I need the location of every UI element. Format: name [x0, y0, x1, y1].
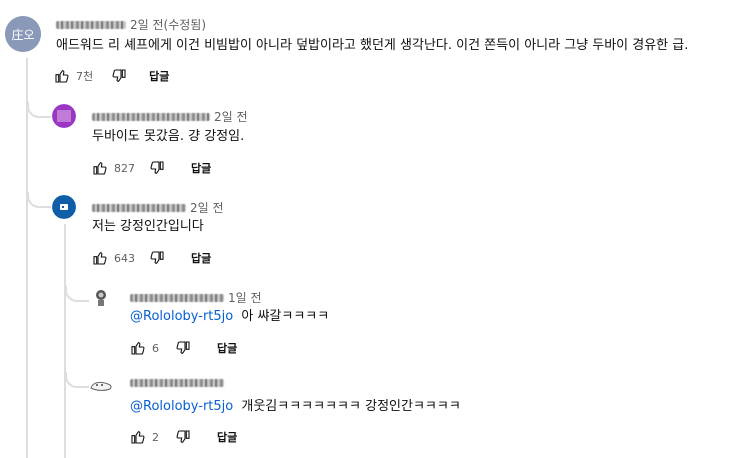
- thread-line: [26, 58, 28, 458]
- mention-link[interactable]: @Rololoby-rt5jo: [130, 309, 233, 324]
- thread-line: [65, 372, 89, 388]
- avatar-image: [52, 104, 76, 128]
- like-count: 643: [114, 251, 135, 265]
- comment-meta: [130, 379, 228, 387]
- avatar-image: 庄오: [5, 16, 41, 52]
- thread-line: [64, 224, 66, 458]
- avatar[interactable]: [52, 195, 76, 219]
- like-count: 7천: [76, 70, 94, 83]
- like-count: 2: [152, 430, 159, 444]
- comment-text: 두바이도 못갔음. 걍 강정임.: [92, 129, 245, 144]
- thumbs-up-icon[interactable]: [92, 160, 108, 176]
- comment-actions: 643 답글: [92, 250, 211, 266]
- comment-meta: 2일 전(수정됨): [56, 16, 206, 33]
- comment-text: 저는 강정인간입니다: [92, 219, 204, 234]
- comment-body: 개웃김ㅋㅋㅋㅋㅋㅋㅋ 강정인간ㅋㅋㅋㅋ: [241, 399, 461, 414]
- thread-line: [27, 192, 51, 208]
- comment-time[interactable]: 2일 전(수정됨): [130, 16, 206, 33]
- comment-body: 아 쌰갈ㅋㅋㅋㅋ: [241, 309, 330, 324]
- avatar-image: [90, 286, 112, 308]
- thumbs-down-icon[interactable]: [175, 340, 191, 356]
- thumbs-up-icon[interactable]: [54, 68, 70, 84]
- author-name-blurred[interactable]: [130, 379, 224, 387]
- comment-meta: 2일 전: [92, 108, 248, 125]
- avatar[interactable]: [88, 374, 114, 396]
- comment-meta: 1일 전: [130, 289, 262, 306]
- thumbs-up-icon[interactable]: [92, 250, 108, 266]
- comment-meta: 2일 전: [92, 199, 224, 216]
- reply-button[interactable]: 답글: [191, 250, 211, 266]
- reply-button[interactable]: 답글: [217, 429, 237, 445]
- like-count: 6: [152, 341, 159, 355]
- reply-button[interactable]: 답글: [149, 68, 169, 84]
- author-name-blurred[interactable]: [92, 112, 210, 121]
- comment-actions: 6 답글: [130, 340, 237, 356]
- thumbs-down-icon[interactable]: [111, 68, 127, 84]
- reply-button[interactable]: 답글: [217, 340, 237, 356]
- comment-text: 애드워드 리 셰프에게 이건 비빔밥이 아니라 덮밥이라고 했던게 생각난다. …: [56, 38, 689, 53]
- comment-time[interactable]: 2일 전: [214, 108, 248, 125]
- thumbs-down-icon[interactable]: [149, 160, 165, 176]
- thumbs-down-icon[interactable]: [149, 250, 165, 266]
- thread-line: [27, 102, 51, 118]
- comment-text: @Rololoby-rt5jo 개웃김ㅋㅋㅋㅋㅋㅋㅋ 강정인간ㅋㅋㅋㅋ: [130, 398, 461, 416]
- avatar-image: [52, 195, 76, 219]
- comment-actions: 2 답글: [130, 429, 237, 445]
- avatar[interactable]: 庄오: [5, 16, 41, 52]
- svg-text:庄오: 庄오: [11, 27, 34, 42]
- thumbs-up-icon[interactable]: [130, 429, 146, 445]
- like-count: 827: [114, 161, 135, 175]
- reply-button[interactable]: 답글: [191, 160, 211, 176]
- author-name-blurred[interactable]: [130, 293, 224, 302]
- author-name-blurred[interactable]: [92, 203, 186, 212]
- comment-time[interactable]: 1일 전: [228, 289, 262, 306]
- comment-time[interactable]: 2일 전: [190, 199, 224, 216]
- avatar-image: [90, 381, 112, 391]
- mention-link[interactable]: @Rololoby-rt5jo: [130, 399, 233, 414]
- comment-actions: 827 답글: [92, 160, 211, 176]
- comment-actions: 7천 답글: [54, 68, 169, 84]
- avatar[interactable]: [52, 104, 76, 128]
- comment-text: @Rololoby-rt5jo 아 쌰갈ㅋㅋㅋㅋ: [130, 308, 329, 326]
- author-name-blurred[interactable]: [56, 20, 126, 29]
- thread-line: [65, 286, 89, 302]
- thumbs-down-icon[interactable]: [175, 429, 191, 445]
- avatar[interactable]: [90, 286, 112, 308]
- thumbs-up-icon[interactable]: [130, 340, 146, 356]
